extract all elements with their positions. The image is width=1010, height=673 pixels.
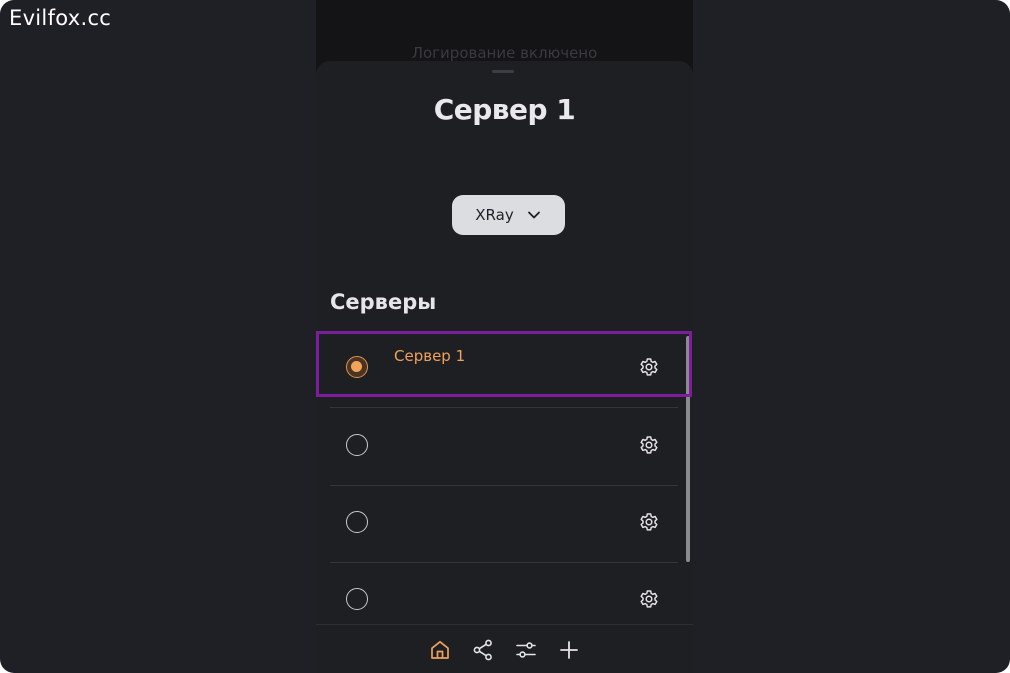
gear-icon[interactable] [637,433,661,457]
radio-button[interactable] [346,511,368,533]
nav-add[interactable] [557,638,581,662]
server-row[interactable] [330,485,678,563]
app-window: Evilfox.cc Логирование включено Сервер 1… [0,0,1010,673]
radio-button[interactable] [346,434,368,456]
server-list[interactable]: Сервер 1 [330,330,678,625]
share-icon [473,639,492,660]
sliders-icon [516,641,536,658]
radio-button[interactable] [346,588,368,610]
radio-button-selected[interactable] [346,356,368,378]
watermark: Evilfox.cc [9,6,112,30]
gear-icon[interactable] [637,355,661,379]
gear-icon[interactable] [637,587,661,611]
server-row[interactable] [330,408,678,486]
home-icon [431,640,449,659]
nav-home[interactable] [428,638,452,662]
section-title: Серверы [330,290,437,314]
scrollbar[interactable] [686,336,690,562]
server-row[interactable] [330,562,678,625]
chevron-down-icon [527,211,540,219]
plus-icon [560,640,578,659]
sheet-title: Сервер 1 [433,93,576,126]
background-status-text: Логирование включено [411,44,598,62]
bottom-navbar [316,624,693,673]
server-row[interactable]: Сервер 1 [330,330,678,408]
server-name: Сервер 1 [394,347,466,365]
nav-share[interactable] [471,638,495,662]
protocol-value: XRay [475,206,514,224]
protocol-dropdown[interactable]: XRay [452,195,565,235]
sheet-drag-handle[interactable] [492,70,514,73]
bottom-sheet: Сервер 1 XRay Серверы Сервер 1 [316,61,693,673]
gear-icon[interactable] [637,510,661,534]
nav-settings[interactable] [514,638,538,662]
phone-screen: Логирование включено Сервер 1 XRay Серве… [316,0,693,673]
